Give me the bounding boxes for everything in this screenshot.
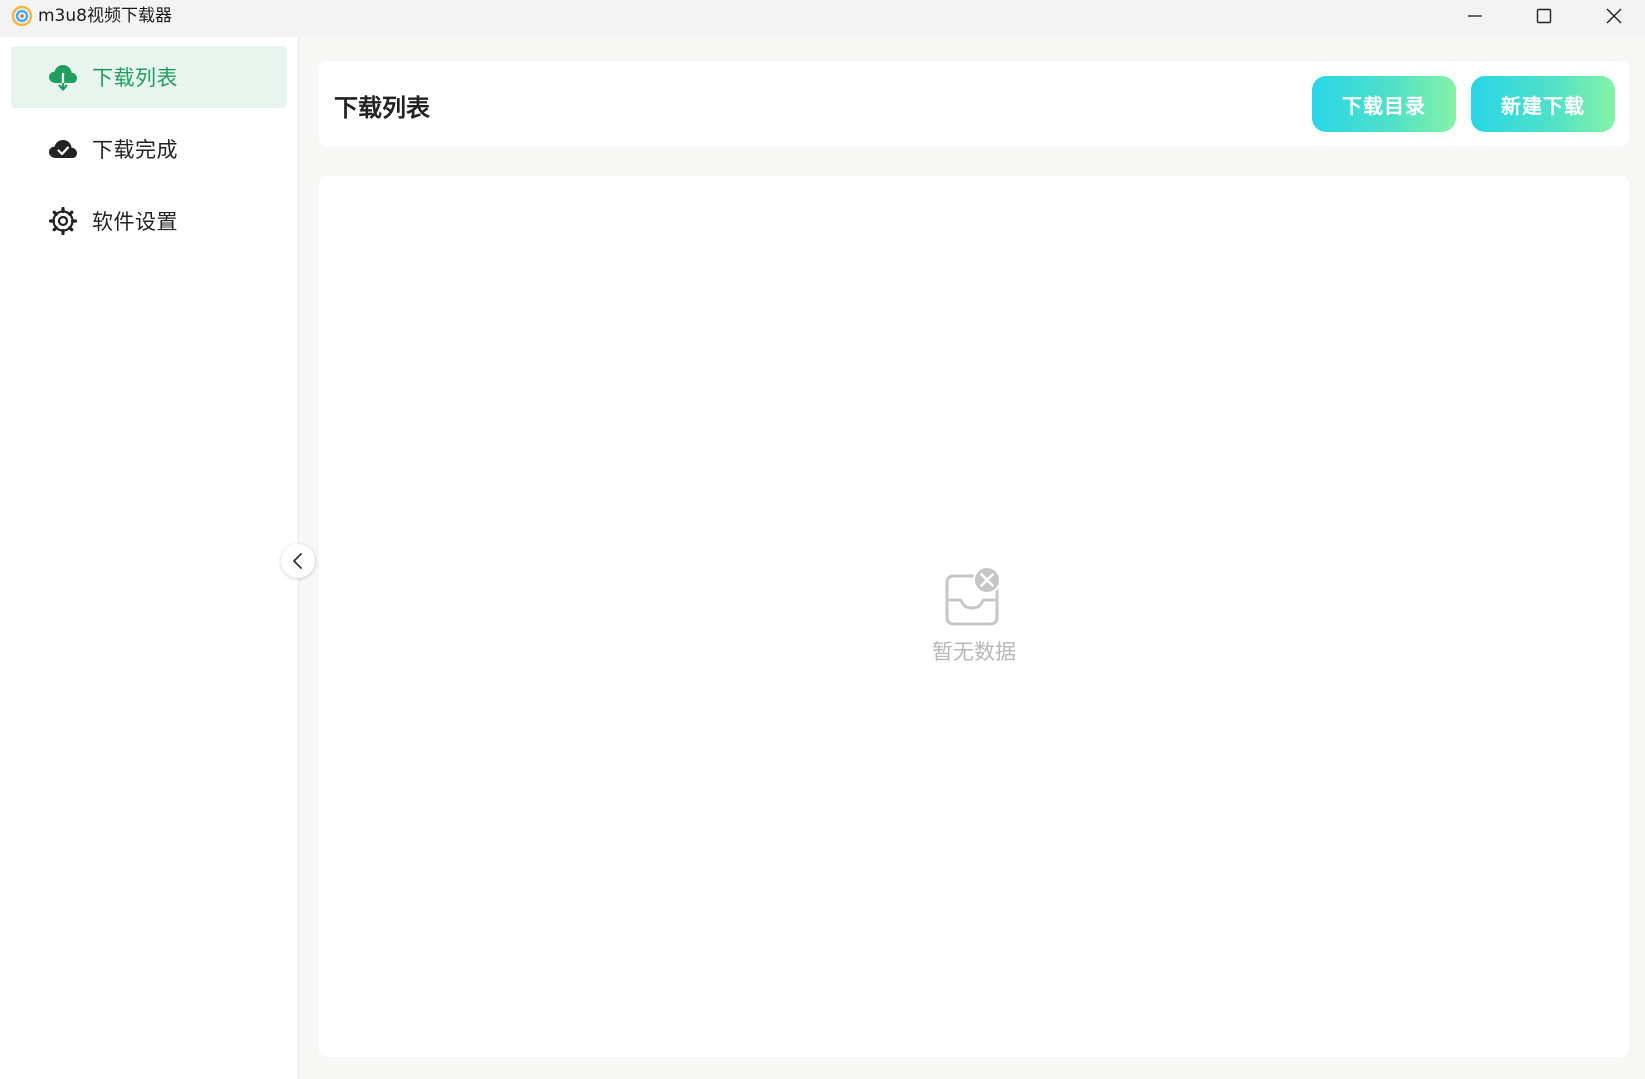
minimize-icon [1468, 14, 1482, 17]
empty-inbox-icon [945, 566, 1001, 626]
sidebar-item-label: 下载完成 [92, 138, 178, 162]
open-download-dir-button[interactable]: 下载目录 [1312, 76, 1456, 132]
gear-icon [47, 205, 79, 237]
page-header: 下载列表 下载目录 新建下载 [319, 61, 1629, 146]
cloud-download-icon [47, 61, 79, 93]
close-button[interactable] [1580, 0, 1645, 31]
sidebar-item-label: 下载列表 [92, 66, 178, 90]
maximize-button[interactable] [1510, 0, 1578, 31]
empty-state: 暂无数据 [319, 566, 1629, 666]
sidebar-collapse-button[interactable] [281, 544, 315, 578]
title-bar: m3u8视频下载器 [0, 0, 1645, 37]
new-download-button[interactable]: 新建下载 [1471, 76, 1615, 132]
cloud-check-icon [47, 133, 79, 165]
empty-state-text: 暂无数据 [932, 640, 1016, 664]
sidebar-item-label: 软件设置 [92, 210, 178, 234]
close-icon [1606, 8, 1622, 23]
page-title: 下载列表 [334, 94, 430, 122]
chevron-left-icon [293, 553, 302, 569]
download-list-panel: 暂无数据 [319, 176, 1629, 1057]
maximize-icon [1536, 8, 1552, 23]
sidebar-item-download-list[interactable]: 下载列表 [11, 46, 287, 108]
sidebar: 下载列表 下载完成 软件设置 [0, 37, 299, 1079]
app-window: m3u8视频下载器 下载列表 下载完成 软件设置 下载列表 下载目录 新建下载 … [0, 0, 1645, 1079]
sidebar-item-settings[interactable]: 软件设置 [11, 190, 287, 252]
sidebar-item-download-complete[interactable]: 下载完成 [11, 118, 287, 180]
window-title: m3u8视频下载器 [38, 6, 172, 26]
app-logo-icon [11, 5, 33, 27]
minimize-button[interactable] [1441, 0, 1509, 31]
